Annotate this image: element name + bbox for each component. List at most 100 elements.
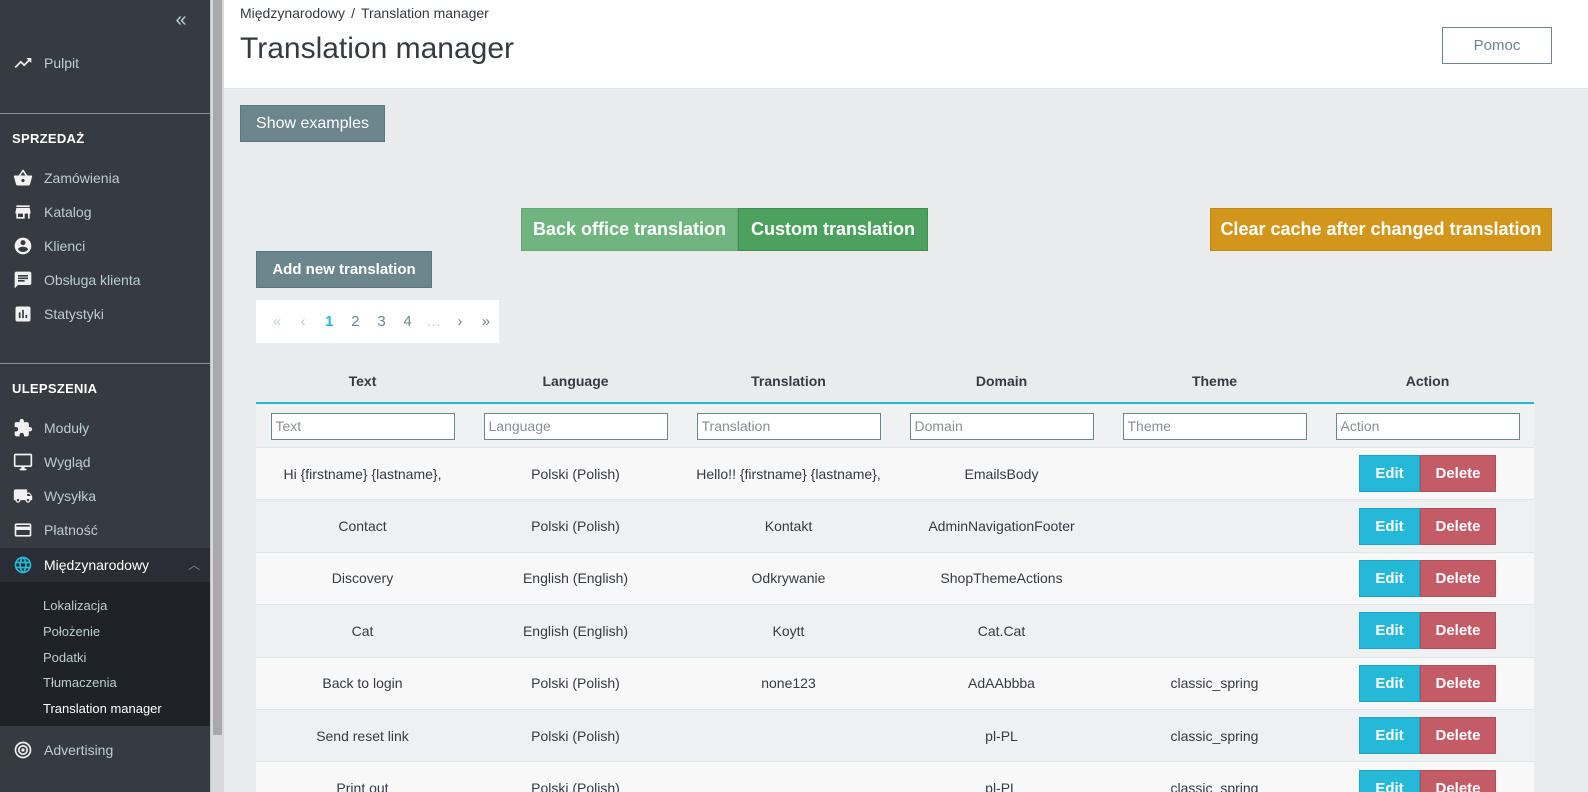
add-new-translation-button[interactable]: Add new translation [256, 251, 432, 288]
sidebar-item-label: Katalog [44, 204, 92, 220]
cell-theme [1108, 448, 1321, 499]
filter-translation-input[interactable] [696, 412, 881, 440]
cell-domain: pl-PL [985, 780, 1018, 792]
delete-button[interactable]: Delete [1420, 455, 1496, 493]
page-title: Translation manager [240, 32, 515, 65]
cell-theme: classic_spring [1170, 727, 1259, 744]
cell-theme [1108, 553, 1321, 604]
pagination-page[interactable]: 1 [316, 313, 342, 330]
sidebar-item-stats[interactable]: Statystyki [0, 297, 210, 331]
pagination-page[interactable]: 4 [395, 313, 421, 330]
delete-button[interactable]: Delete [1420, 507, 1496, 545]
sidebar-item-design[interactable]: Wygląd [0, 445, 210, 479]
table-row: Send reset link Polski (Polish) pl-PL cl… [256, 709, 1534, 763]
international-submenu: Lokalizacja Położenie Podatki Tłumaczeni… [0, 582, 210, 726]
custom-translation-button[interactable]: Custom translation [738, 208, 928, 251]
cell-text: Print out [336, 780, 389, 792]
scrollbar-thumb[interactable] [213, 0, 222, 735]
cell-domain: AdAAbbba [968, 675, 1035, 692]
edit-button[interactable]: Edit [1359, 559, 1420, 597]
clear-cache-button[interactable]: Clear cache after changed translation [1210, 208, 1552, 251]
help-button[interactable]: Pomoc [1442, 27, 1552, 64]
account-circle-icon [12, 235, 34, 257]
sidebar-scrollbar[interactable] [210, 0, 224, 792]
pagination-first[interactable]: « [264, 313, 290, 330]
back-office-translation-button[interactable]: Back office translation [521, 208, 738, 251]
edit-button[interactable]: Edit [1359, 507, 1420, 545]
cell-domain: AdminNavigationFooter [928, 518, 1075, 535]
cell-language: Polski (Polish) [531, 780, 620, 792]
delete-button[interactable]: Delete [1420, 664, 1496, 702]
desktop-icon [12, 451, 34, 473]
edit-button[interactable]: Edit [1359, 664, 1420, 702]
sidebar-item-label: Obsługa klienta [44, 272, 141, 288]
filter-action-input[interactable] [1335, 412, 1520, 440]
show-examples-button[interactable]: Show examples [240, 105, 385, 142]
submenu-item-taxes[interactable]: Podatki [43, 650, 86, 665]
pagination-prev[interactable]: ‹ [290, 313, 316, 330]
sidebar-item-catalog[interactable]: Katalog [0, 195, 210, 229]
sidebar-item-international[interactable]: Międzynarodowy ︿ [0, 548, 210, 582]
chevron-up-icon: ︿ [187, 558, 200, 572]
bar-chart-icon [12, 303, 34, 325]
edit-button[interactable]: Edit [1359, 612, 1420, 650]
sidebar-item-advertising[interactable]: Advertising [0, 733, 210, 767]
delete-button[interactable]: Delete [1420, 717, 1496, 755]
sidebar-item-dashboard[interactable]: Pulpit [0, 46, 210, 80]
cell-action: Edit Delete [1321, 500, 1534, 551]
double-chevron-left-icon[interactable]: « [168, 8, 194, 32]
sidebar-item-label: Płatność [44, 522, 98, 538]
sidebar-item-orders[interactable]: Zamówienia [0, 161, 210, 195]
cell-text: Discovery [331, 570, 394, 587]
edit-button[interactable]: Edit [1359, 769, 1420, 792]
column-header-language[interactable]: Language [469, 360, 682, 402]
cell-action: Edit Delete [1321, 553, 1534, 604]
table-header: Text Language Translation Domain Theme A… [256, 360, 1534, 404]
cell-translation [682, 710, 895, 761]
cell-text: Contact [338, 518, 387, 535]
sidebar-item-label: Advertising [44, 742, 114, 758]
cell-language: Polski (Polish) [531, 518, 620, 535]
sidebar-item-modules[interactable]: Moduły [0, 411, 210, 445]
pagination-page[interactable]: 3 [368, 313, 394, 330]
globe-icon [12, 554, 34, 576]
cell-language: English (English) [522, 570, 629, 587]
submenu-item-translations[interactable]: Tłumaczenia [43, 675, 117, 690]
cell-translation: Odkrywanie [751, 570, 826, 587]
pagination-last[interactable]: » [473, 313, 499, 330]
edit-button[interactable]: Edit [1359, 717, 1420, 755]
pagination-next[interactable]: › [447, 313, 473, 330]
filter-domain-input[interactable] [909, 412, 1094, 440]
column-header-domain[interactable]: Domain [895, 360, 1108, 402]
sidebar-item-label: Wygląd [44, 454, 91, 470]
pagination: « ‹ 1 2 3 4 … › » [256, 300, 499, 343]
cell-language: Polski (Polish) [531, 727, 620, 744]
filter-text-input[interactable] [270, 412, 455, 440]
breadcrumb-parent[interactable]: Międzynarodowy [240, 5, 345, 21]
cell-action: Edit Delete [1321, 448, 1534, 499]
basket-icon [12, 167, 34, 189]
filter-language-input[interactable] [483, 412, 668, 440]
store-icon [12, 201, 34, 223]
submenu-item-localization[interactable]: Lokalizacja [43, 598, 107, 613]
cell-action: Edit Delete [1321, 710, 1534, 761]
column-header-theme[interactable]: Theme [1108, 360, 1321, 402]
sidebar-item-shipping[interactable]: Wysyłka [0, 479, 210, 513]
sidebar-item-customer-service[interactable]: Obsługa klienta [0, 263, 210, 297]
edit-button[interactable]: Edit [1359, 455, 1420, 493]
sidebar-item-payment[interactable]: Płatność [0, 513, 210, 547]
delete-button[interactable]: Delete [1420, 769, 1496, 792]
puzzle-icon [12, 417, 34, 439]
column-header-text[interactable]: Text [256, 360, 469, 402]
filter-theme-input[interactable] [1122, 412, 1307, 440]
pagination-page[interactable]: 2 [342, 313, 368, 330]
table-row: Back to login Polski (Polish) none123 Ad… [256, 657, 1534, 710]
table-row: Print out Polski (Polish) pl-PL classic_… [256, 762, 1534, 792]
sidebar-item-customers[interactable]: Klienci [0, 229, 210, 263]
submenu-item-translation-manager[interactable]: Translation manager [43, 701, 162, 716]
delete-button[interactable]: Delete [1420, 612, 1496, 650]
delete-button[interactable]: Delete [1420, 559, 1496, 597]
submenu-item-locations[interactable]: Położenie [43, 624, 100, 639]
sidebar-divider [0, 363, 210, 364]
column-header-translation[interactable]: Translation [682, 360, 895, 402]
